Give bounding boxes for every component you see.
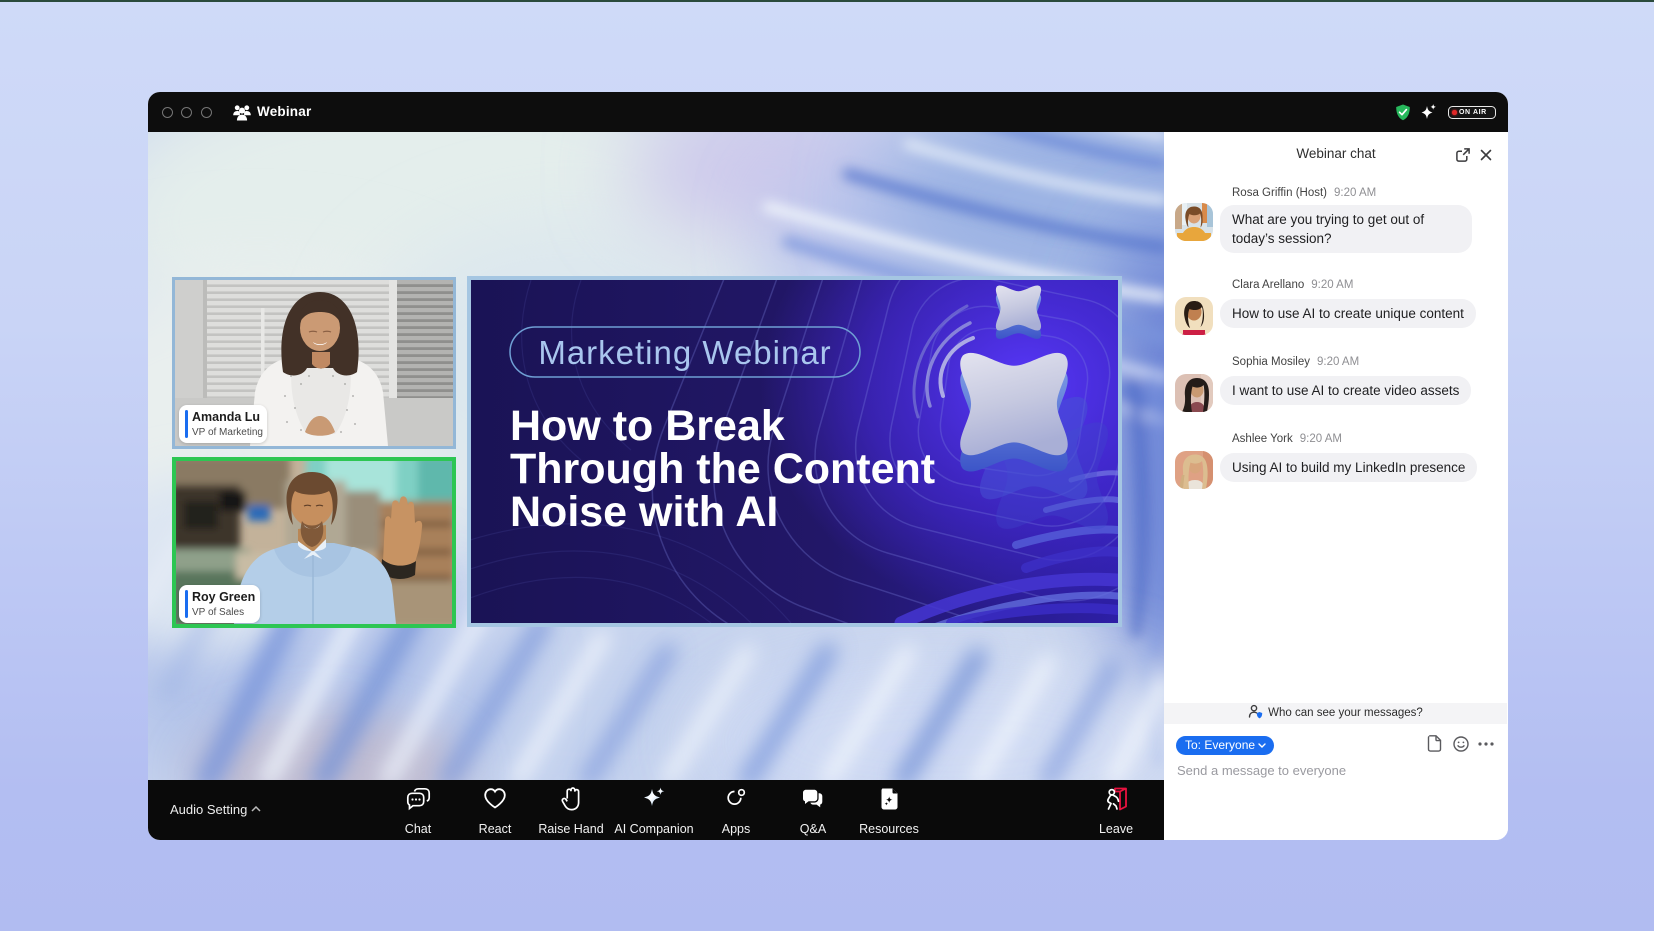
svg-text:Marketing Webinar: Marketing Webinar: [538, 334, 831, 371]
svg-text:Noise with AI: Noise with AI: [510, 488, 778, 536]
svg-text:How to Break: How to Break: [510, 402, 785, 450]
svg-text:Through the Content: Through the Content: [510, 445, 935, 493]
